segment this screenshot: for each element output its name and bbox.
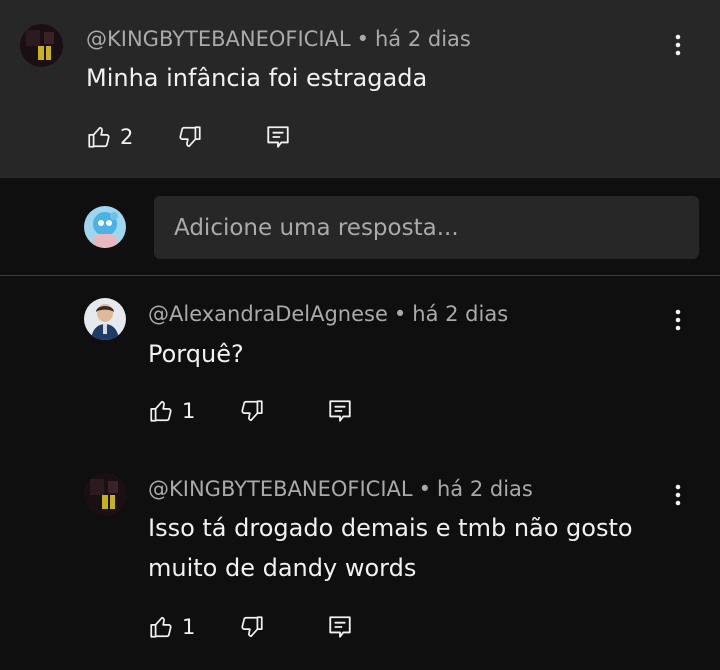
reply-menu-button[interactable] xyxy=(666,480,690,510)
like-button[interactable]: 1 xyxy=(148,614,195,640)
parent-comment-menu-button[interactable] xyxy=(666,30,690,60)
meta-separator: • xyxy=(418,477,431,501)
reply-time: há 2 dias xyxy=(437,477,533,501)
like-button[interactable]: 2 xyxy=(86,124,133,150)
thumbs-down-icon xyxy=(241,400,263,422)
reply-author-name[interactable]: @KINGBYTEBANEOFICIAL xyxy=(148,477,413,501)
dark-avatar-icon xyxy=(84,473,127,516)
parent-comment-time: há 2 dias xyxy=(375,27,471,51)
thumbs-down-icon xyxy=(179,126,201,148)
reply-author-avatar[interactable] xyxy=(84,473,127,516)
reply-comment-icon xyxy=(329,616,352,638)
reply-comment-icon xyxy=(329,400,352,422)
dislike-button[interactable] xyxy=(239,398,265,424)
reply-author-avatar[interactable] xyxy=(84,298,126,340)
reply-menu-button[interactable] xyxy=(666,305,690,335)
like-count: 1 xyxy=(182,399,196,423)
reply-author-name[interactable]: @AlexandraDelAgnese xyxy=(148,302,388,326)
reply-text-line: Isso tá drogado demais e tmb não gosto xyxy=(148,514,633,542)
parent-comment-text: Minha infância foi estragada xyxy=(86,64,428,92)
reply-comment-icon xyxy=(267,126,290,148)
parent-author-avatar[interactable] xyxy=(20,24,63,67)
reply-time: há 2 dias xyxy=(412,302,509,326)
meta-separator: • xyxy=(356,27,369,51)
reply-actions: 1 xyxy=(148,612,353,642)
like-count: 2 xyxy=(120,125,134,149)
reply-button[interactable] xyxy=(265,124,291,150)
reply-button[interactable] xyxy=(327,614,353,640)
reply-meta: @AlexandraDelAgnese • há 2 dias xyxy=(148,302,508,326)
dislike-button[interactable] xyxy=(239,614,265,640)
reply-text-line: muito de dandy words xyxy=(148,554,417,582)
more-vert-icon xyxy=(675,309,681,331)
reply-input[interactable] xyxy=(154,196,699,259)
reply-text: Porquê? xyxy=(148,340,244,368)
reply-button[interactable] xyxy=(327,398,353,424)
more-vert-icon xyxy=(675,34,681,56)
thumbs-up-icon xyxy=(150,400,172,422)
reply-text: Isso tá drogado demais e tmb não gosto m… xyxy=(148,508,658,588)
thumbs-up-icon xyxy=(88,126,110,148)
parent-author-name[interactable]: @KINGBYTEBANEOFICIAL xyxy=(86,27,351,51)
current-user-avatar xyxy=(84,206,126,248)
like-count: 1 xyxy=(182,615,196,639)
like-button[interactable]: 1 xyxy=(148,398,195,424)
thumbs-up-icon xyxy=(150,616,172,638)
parent-comment-meta: @KINGBYTEBANEOFICIAL • há 2 dias xyxy=(86,27,471,51)
user-avatar-icon xyxy=(84,206,126,248)
reply-actions: 1 xyxy=(148,396,353,426)
thumbs-down-icon xyxy=(241,616,263,638)
reply-meta: @KINGBYTEBANEOFICIAL • há 2 dias xyxy=(148,477,533,501)
dark-avatar-icon xyxy=(20,24,63,67)
parent-comment-actions: 2 xyxy=(86,122,291,152)
dislike-button[interactable] xyxy=(177,124,203,150)
meta-separator: • xyxy=(393,302,407,326)
photo-avatar-icon xyxy=(84,298,126,340)
more-vert-icon xyxy=(675,484,681,506)
